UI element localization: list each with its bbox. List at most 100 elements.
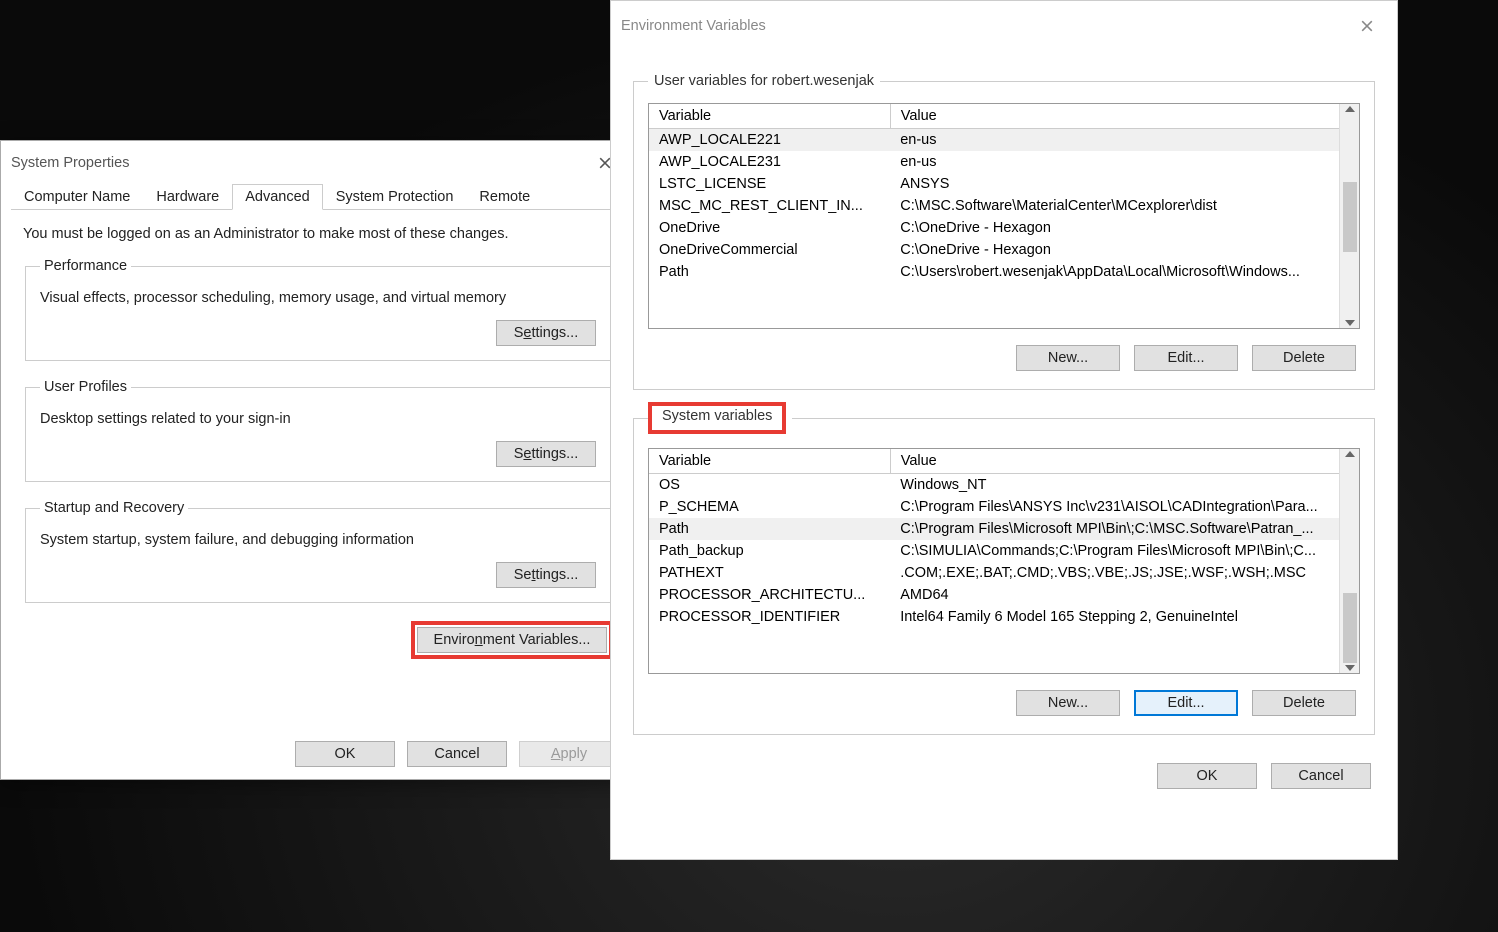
user-variables-legend: User variables for robert.wesenjak <box>648 73 880 89</box>
scroll-up-icon[interactable] <box>1345 451 1355 457</box>
system-variables-table-container: Variable Value OSWindows_NTP_SCHEMAC:\Pr… <box>648 448 1360 674</box>
tab-remote[interactable]: Remote <box>466 184 543 210</box>
cell-value[interactable]: AMD64 <box>890 584 1358 606</box>
cell-value[interactable]: Intel64 Family 6 Model 165 Stepping 2, G… <box>890 606 1358 628</box>
table-row[interactable]: PathC:\Program Files\Microsoft MPI\Bin\;… <box>649 518 1359 540</box>
table-row[interactable]: OneDriveCommercialC:\OneDrive - Hexagon <box>649 239 1359 261</box>
table-row[interactable]: Path_backupC:\SIMULIA\Commands;C:\Progra… <box>649 540 1359 562</box>
cell-variable[interactable]: PROCESSOR_ARCHITECTU... <box>649 584 890 606</box>
cell-value[interactable]: Windows_NT <box>890 474 1358 497</box>
system-properties-window: System Properties Computer Name Hardware… <box>0 140 636 780</box>
env-title: Environment Variables <box>621 18 766 34</box>
user-profiles-desc: Desktop settings related to your sign-in <box>40 411 596 427</box>
user-edit-button[interactable]: Edit... <box>1134 345 1238 371</box>
system-variables-legend: System variables <box>648 402 792 434</box>
cell-variable[interactable]: Path <box>649 261 890 283</box>
table-row[interactable]: LSTC_LICENSEANSYS <box>649 173 1359 195</box>
cancel-button[interactable]: Cancel <box>407 741 507 767</box>
cell-value[interactable]: C:\Users\robert.wesenjak\AppData\Local\M… <box>890 261 1358 283</box>
admin-note: You must be logged on as an Administrato… <box>23 226 613 242</box>
system-variables-table[interactable]: Variable Value OSWindows_NTP_SCHEMAC:\Pr… <box>649 449 1359 628</box>
cell-value[interactable]: C:\Program Files\ANSYS Inc\v231\AISOL\CA… <box>890 496 1358 518</box>
cell-value[interactable]: ANSYS <box>890 173 1358 195</box>
col-value[interactable]: Value <box>890 104 1358 129</box>
env-footer: OK Cancel <box>611 763 1371 789</box>
cell-variable[interactable]: AWP_LOCALE221 <box>649 129 890 152</box>
close-icon[interactable] <box>1347 12 1387 40</box>
tab-hardware[interactable]: Hardware <box>143 184 232 210</box>
env-vars-highlight: Environment Variables... <box>411 621 613 659</box>
cell-value[interactable]: C:\Program Files\Microsoft MPI\Bin\;C:\M… <box>890 518 1358 540</box>
cell-variable[interactable]: PROCESSOR_IDENTIFIER <box>649 606 890 628</box>
cell-variable[interactable]: AWP_LOCALE231 <box>649 151 890 173</box>
table-row[interactable]: PROCESSOR_IDENTIFIERIntel64 Family 6 Mod… <box>649 606 1359 628</box>
table-row[interactable]: OneDriveC:\OneDrive - Hexagon <box>649 217 1359 239</box>
table-row[interactable]: P_SCHEMAC:\Program Files\ANSYS Inc\v231\… <box>649 496 1359 518</box>
sys-edit-button[interactable]: Edit... <box>1134 690 1238 716</box>
env-ok-button[interactable]: OK <box>1157 763 1257 789</box>
sys-new-button[interactable]: New... <box>1016 690 1120 716</box>
cell-variable[interactable]: OneDrive <box>649 217 890 239</box>
cell-variable[interactable]: Path <box>649 518 890 540</box>
performance-desc: Visual effects, processor scheduling, me… <box>40 290 596 306</box>
table-row[interactable]: AWP_LOCALE231en-us <box>649 151 1359 173</box>
cell-variable[interactable]: LSTC_LICENSE <box>649 173 890 195</box>
tab-system-protection[interactable]: System Protection <box>323 184 467 210</box>
user-variables-table-container: Variable Value AWP_LOCALE221en-usAWP_LOC… <box>648 103 1360 329</box>
cell-value[interactable]: C:\OneDrive - Hexagon <box>890 239 1358 261</box>
cell-value[interactable]: en-us <box>890 129 1358 152</box>
scroll-down-icon[interactable] <box>1345 665 1355 671</box>
scrollbar-vertical[interactable] <box>1339 104 1359 328</box>
cell-variable[interactable]: P_SCHEMA <box>649 496 890 518</box>
sysprops-titlebar: System Properties <box>1 141 635 179</box>
tab-advanced[interactable]: Advanced <box>232 184 323 210</box>
cell-value[interactable]: C:\OneDrive - Hexagon <box>890 217 1358 239</box>
sys-delete-button[interactable]: Delete <box>1252 690 1356 716</box>
table-row[interactable]: AWP_LOCALE221en-us <box>649 129 1359 152</box>
cell-variable[interactable]: OneDriveCommercial <box>649 239 890 261</box>
col-value[interactable]: Value <box>890 449 1358 474</box>
user-profiles-legend: User Profiles <box>40 379 131 395</box>
col-variable[interactable]: Variable <box>649 449 890 474</box>
user-variables-table[interactable]: Variable Value AWP_LOCALE221en-usAWP_LOC… <box>649 104 1359 283</box>
env-titlebar: Environment Variables <box>611 1 1397 43</box>
table-row[interactable]: PATHEXT.COM;.EXE;.BAT;.CMD;.VBS;.VBE;.JS… <box>649 562 1359 584</box>
environment-variables-window: Environment Variables User variables for… <box>610 0 1398 860</box>
scrollbar-vertical[interactable] <box>1339 449 1359 673</box>
cell-variable[interactable]: Path_backup <box>649 540 890 562</box>
user-new-button[interactable]: New... <box>1016 345 1120 371</box>
table-row[interactable]: OSWindows_NT <box>649 474 1359 497</box>
user-profiles-settings-button[interactable]: Settings... <box>496 441 596 467</box>
performance-legend: Performance <box>40 258 131 274</box>
performance-settings-button[interactable]: Settings... <box>496 320 596 346</box>
col-variable[interactable]: Variable <box>649 104 890 129</box>
cell-value[interactable]: C:\SIMULIA\Commands;C:\Program Files\Mic… <box>890 540 1358 562</box>
cell-value[interactable]: C:\MSC.Software\MaterialCenter\MCexplore… <box>890 195 1358 217</box>
scroll-thumb[interactable] <box>1343 593 1357 663</box>
cell-value[interactable]: .COM;.EXE;.BAT;.CMD;.VBS;.VBE;.JS;.JSE;.… <box>890 562 1358 584</box>
scroll-up-icon[interactable] <box>1345 106 1355 112</box>
system-variables-highlight: System variables <box>648 402 786 434</box>
user-variables-group: User variables for robert.wesenjak Varia… <box>633 73 1375 390</box>
user-profiles-group: User Profiles Desktop settings related t… <box>25 379 611 482</box>
tab-computer-name[interactable]: Computer Name <box>11 184 143 210</box>
startup-recovery-settings-button[interactable]: Settings... <box>496 562 596 588</box>
cell-value[interactable]: en-us <box>890 151 1358 173</box>
sysprops-footer: OK Cancel Apply <box>295 741 619 767</box>
cell-variable[interactable]: OS <box>649 474 890 497</box>
system-variables-group: System variables Variable Value OSWindow… <box>633 402 1375 735</box>
table-row[interactable]: PROCESSOR_ARCHITECTU...AMD64 <box>649 584 1359 606</box>
table-row[interactable]: PathC:\Users\robert.wesenjak\AppData\Loc… <box>649 261 1359 283</box>
scroll-thumb[interactable] <box>1343 182 1357 252</box>
scroll-down-icon[interactable] <box>1345 320 1355 326</box>
user-delete-button[interactable]: Delete <box>1252 345 1356 371</box>
system-variables-legend-text: System variables <box>662 408 772 424</box>
table-row[interactable]: MSC_MC_REST_CLIENT_IN...C:\MSC.Software\… <box>649 195 1359 217</box>
cell-variable[interactable]: PATHEXT <box>649 562 890 584</box>
ok-button[interactable]: OK <box>295 741 395 767</box>
environment-variables-button[interactable]: Environment Variables... <box>417 627 607 653</box>
cell-variable[interactable]: MSC_MC_REST_CLIENT_IN... <box>649 195 890 217</box>
env-cancel-button[interactable]: Cancel <box>1271 763 1371 789</box>
tab-body: You must be logged on as an Administrato… <box>1 210 635 679</box>
startup-recovery-group: Startup and Recovery System startup, sys… <box>25 500 611 603</box>
